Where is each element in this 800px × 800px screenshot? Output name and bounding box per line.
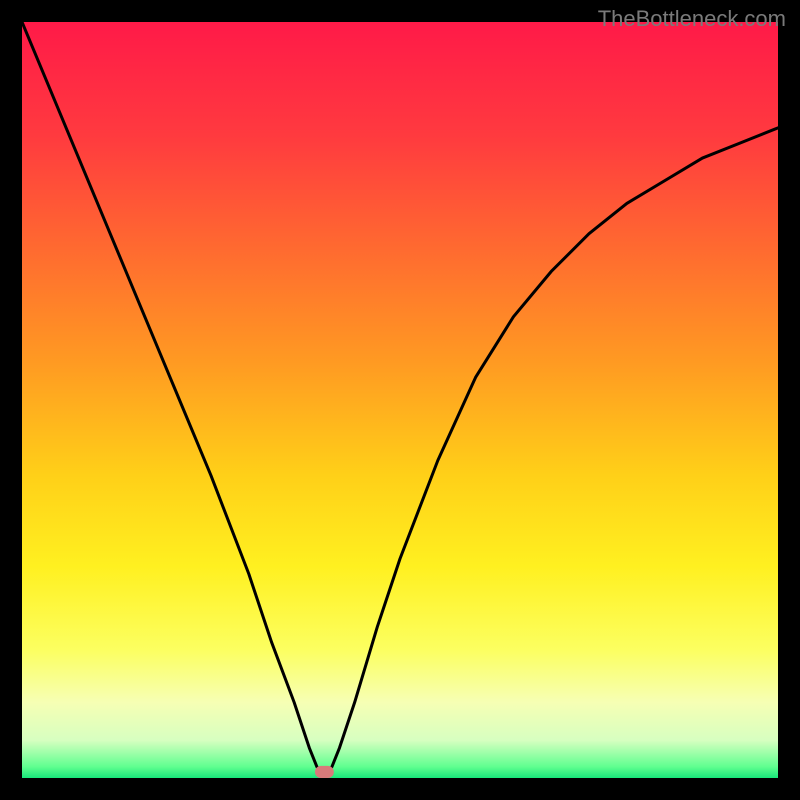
chart-svg <box>22 22 778 778</box>
watermark-text: TheBottleneck.com <box>598 6 786 32</box>
chart-plot-area <box>22 22 778 778</box>
chart-frame <box>0 0 800 800</box>
chart-background <box>22 22 778 778</box>
optimum-marker <box>315 766 334 778</box>
